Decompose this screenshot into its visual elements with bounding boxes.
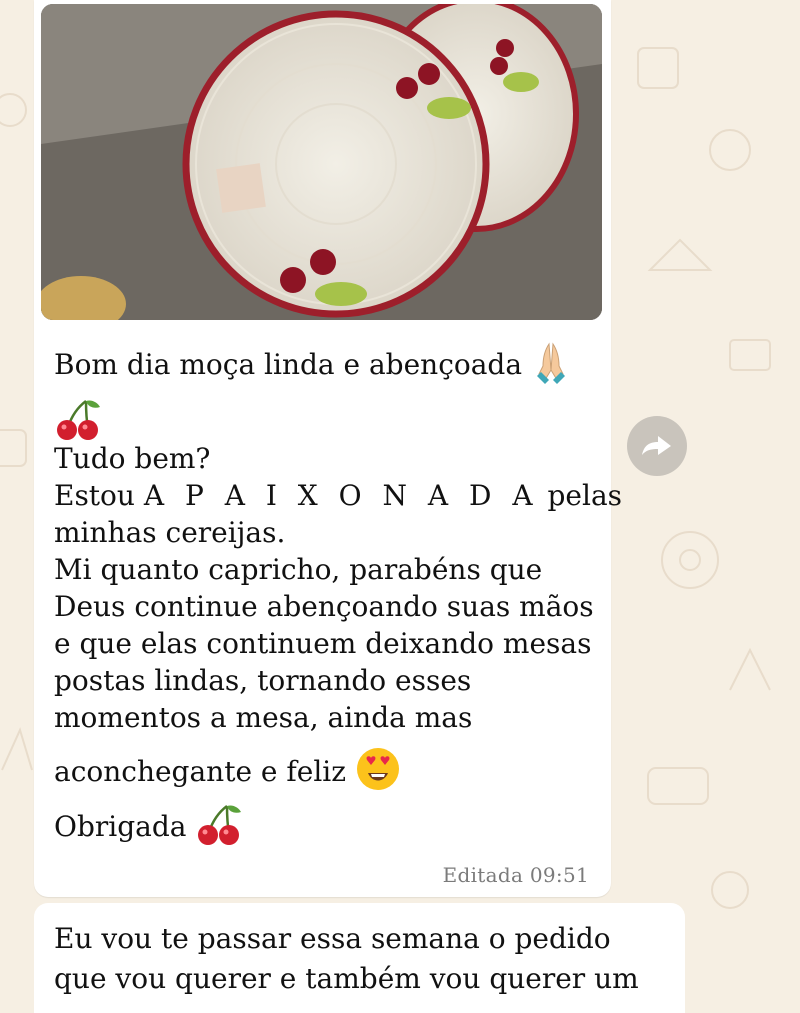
message-line: Tudo bem? <box>54 442 211 475</box>
wallpaper-doodle-icon <box>647 767 709 805</box>
message-line: que vou querer e também vou querer um <box>54 962 639 995</box>
wallpaper-doodle-icon <box>0 93 27 127</box>
wallpaper-doodle-icon <box>709 129 751 171</box>
message-line: Eu vou te passar essa semana o pedido <box>54 922 611 955</box>
message-line: Obrigada <box>54 810 187 843</box>
message-line-part: pelas <box>547 479 623 512</box>
forward-button[interactable] <box>627 416 687 476</box>
crochet-placemat-photo-icon <box>41 4 602 320</box>
message-line: aconchegante e feliz <box>54 755 346 788</box>
cherries-icon <box>195 802 243 855</box>
wallpaper-doodle-icon <box>729 339 771 371</box>
wallpaper-doodle-icon <box>0 429 27 467</box>
message-line: minhas cereijas. <box>54 516 286 549</box>
message-line: postas lindas, tornando esses <box>54 664 472 697</box>
message-timestamp: Editada 09:51 <box>442 863 589 887</box>
message-line: e que elas continuem deixando mesas <box>54 627 592 660</box>
heart-eyes-face-icon <box>355 746 401 801</box>
wallpaper-doodle-icon <box>647 238 713 271</box>
pray-hands-icon <box>531 340 571 393</box>
message-bubble[interactable]: Eu vou te passar essa semana o pedido qu… <box>34 903 685 1013</box>
wallpaper-doodle-icon <box>661 531 719 589</box>
message-line: Bom dia moça linda e abençoada <box>54 348 523 381</box>
wallpaper-doodle-icon <box>711 871 749 909</box>
forward-icon <box>642 436 671 455</box>
message-line: momentos a mesa, ainda mas <box>54 701 473 734</box>
message-line-part: Estou <box>54 479 135 512</box>
crochet-placemat-photo[interactable] <box>41 4 602 320</box>
message-line: Deus continue abençoando suas mãos <box>54 590 594 623</box>
message-text: Eu vou te passar essa semana o pedido qu… <box>54 919 674 999</box>
message-line: Estou A P A I X O N A D A pelas <box>54 477 622 514</box>
wallpaper-doodle-icon <box>729 647 771 691</box>
message-line: Mi quanto capricho, parabéns que <box>54 553 543 586</box>
wallpaper-doodle-icon <box>1 727 33 771</box>
wallpaper-doodle-icon <box>637 47 679 89</box>
message-text: Bom dia moça linda e abençoada Tudo bem?… <box>54 340 622 846</box>
message-line-emphasis: A P A I X O N A D A <box>143 479 539 512</box>
message-bubble[interactable]: Bom dia moça linda e abençoada Tudo bem?… <box>34 0 622 897</box>
